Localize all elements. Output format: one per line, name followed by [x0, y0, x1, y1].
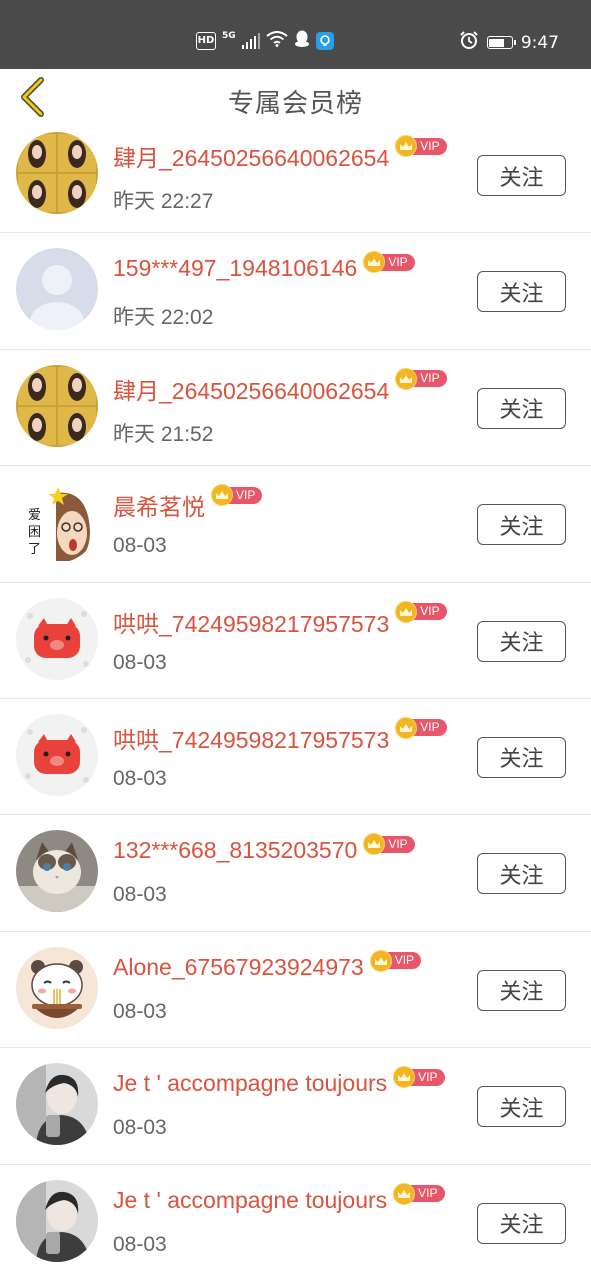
cat-avatar[interactable]	[16, 830, 98, 913]
member-row[interactable]: 132***668_8135203570 VIP 08-03 关注	[0, 815, 591, 932]
cartoon-girl-avatar[interactable]: 爱困了	[16, 481, 98, 564]
svg-text:困: 困	[28, 525, 41, 540]
follow-button[interactable]: 关注	[477, 1202, 566, 1244]
status-bar: HD 5G 9:47	[0, 0, 591, 69]
member-name[interactable]: 159***497_1948106146	[113, 255, 357, 282]
member-row[interactable]: 哄哄_74249598217957573 VIP 08-03 关注	[0, 699, 591, 816]
member-row[interactable]: 爱困了 晨希茗悦 VIP 08-03 关注	[0, 466, 591, 583]
member-time: 08-03	[113, 534, 167, 558]
svg-text:了: 了	[28, 542, 41, 557]
member-time: 08-03	[113, 766, 167, 790]
bw-photo-avatar[interactable]	[16, 1063, 98, 1146]
member-name[interactable]: 哄哄_74249598217957573	[113, 605, 389, 639]
qq-icon	[294, 30, 310, 51]
vip-badge: VIP	[369, 949, 422, 972]
member-name[interactable]: 哄哄_74249598217957573	[113, 721, 389, 755]
vip-badge: VIP	[211, 484, 263, 507]
member-row[interactable]: Alone_67567923924973 VIP 08-03 关注	[0, 932, 591, 1049]
member-name-line: Je t ' accompagne toujours VIP	[113, 1182, 445, 1214]
vip-badge: VIP	[395, 367, 447, 390]
member-row[interactable]: 肆月_26450256640062654 VIP 昨天 22:27 关注	[0, 117, 591, 234]
status-icons-right: 9:47	[459, 30, 559, 55]
member-name[interactable]: Alone_67567923924973	[113, 954, 364, 981]
follow-button[interactable]: 关注	[477, 969, 566, 1011]
member-name-line: 晨希茗悦 VIP	[113, 484, 263, 522]
follow-button[interactable]: 关注	[477, 853, 566, 895]
member-name[interactable]: Je t ' accompagne toujours	[113, 1187, 387, 1214]
member-time: 昨天 21:52	[113, 422, 214, 446]
member-name[interactable]: 肆月_26450256640062654	[113, 372, 389, 406]
vip-badge: VIP	[363, 833, 415, 856]
follow-button[interactable]: 关注	[477, 736, 566, 778]
member-time: 昨天 22:02	[113, 306, 214, 330]
member-time: 08-03	[113, 1232, 167, 1256]
page-title: 专属会员榜	[227, 89, 363, 119]
vip-badge: VIP	[395, 135, 447, 157]
member-row[interactable]: Je t ' accompagne toujours VIP 08-03 关注	[0, 1048, 591, 1165]
vip-badge: VIP	[395, 600, 447, 623]
follow-button[interactable]: 关注	[477, 387, 566, 429]
member-name-line: 肆月_26450256640062654 VIP	[113, 135, 447, 173]
bw-photo-avatar[interactable]	[16, 1179, 98, 1262]
follow-button[interactable]: 关注	[477, 155, 566, 196]
network-type-label: 5G	[222, 30, 236, 41]
member-time: 08-03	[113, 883, 167, 907]
vip-badge: VIP	[393, 1066, 445, 1089]
member-time: 08-03	[113, 999, 167, 1023]
member-time: 08-03	[113, 1116, 167, 1140]
vip-badge: VIP	[363, 251, 415, 274]
member-time: 08-03	[113, 650, 167, 674]
member-list: 肆月_26450256640062654 VIP 昨天 22:27 关注 159…	[0, 117, 591, 1280]
panda-noodles-avatar[interactable]	[16, 946, 98, 1029]
member-name-line: Alone_67567923924973 VIP	[113, 949, 422, 981]
status-time: 9:47	[520, 32, 559, 53]
alarm-icon	[459, 30, 479, 55]
member-row[interactable]: 肆月_26450256640062654 VIP 昨天 21:52 关注	[0, 350, 591, 467]
crown-icon	[393, 1182, 416, 1205]
vip-badge: VIP	[393, 1182, 445, 1205]
red-pig-avatar[interactable]	[16, 597, 98, 680]
follow-button[interactable]: 关注	[477, 620, 566, 662]
member-name-line: 哄哄_74249598217957573 VIP	[113, 600, 447, 639]
photo-grid-avatar[interactable]	[16, 364, 98, 447]
member-name-line: 159***497_1948106146 VIP	[113, 251, 415, 282]
svg-text:爱: 爱	[28, 508, 41, 523]
app-notification-icon	[316, 31, 335, 50]
crown-icon	[395, 367, 418, 390]
wifi-icon	[266, 31, 288, 50]
red-pig-avatar[interactable]	[16, 713, 98, 796]
member-name[interactable]: 132***668_8135203570	[113, 837, 357, 864]
signal-icon	[241, 32, 261, 49]
member-time: 昨天 22:27	[113, 190, 214, 213]
follow-button[interactable]: 关注	[477, 504, 566, 546]
hd-badge: HD	[196, 31, 216, 50]
member-name[interactable]: 晨希茗悦	[113, 488, 205, 522]
member-row[interactable]: Je t ' accompagne toujours VIP 08-03 关注	[0, 1165, 591, 1280]
follow-button[interactable]: 关注	[477, 1086, 566, 1128]
photo-grid-avatar[interactable]	[16, 132, 98, 214]
crown-icon	[395, 600, 418, 623]
follow-button[interactable]: 关注	[477, 271, 566, 313]
member-name[interactable]: Je t ' accompagne toujours	[113, 1070, 387, 1097]
member-name-line: 肆月_26450256640062654 VIP	[113, 367, 447, 406]
member-row[interactable]: 哄哄_74249598217957573 VIP 08-03 关注	[0, 583, 591, 699]
battery-icon	[486, 36, 516, 49]
member-name-line: 132***668_8135203570 VIP	[113, 833, 415, 864]
member-name-line: Je t ' accompagne toujours VIP	[113, 1066, 445, 1097]
member-name[interactable]: 肆月_26450256640062654	[113, 139, 389, 173]
crown-icon	[369, 949, 392, 972]
default-avatar[interactable]	[16, 248, 98, 331]
crown-icon	[211, 484, 233, 507]
status-icons-left: HD 5G	[196, 30, 335, 51]
member-name-line: 哄哄_74249598217957573 VIP	[113, 716, 447, 755]
member-row[interactable]: 159***497_1948106146 VIP 昨天 22:02 关注	[0, 233, 591, 350]
vip-badge: VIP	[395, 716, 447, 739]
